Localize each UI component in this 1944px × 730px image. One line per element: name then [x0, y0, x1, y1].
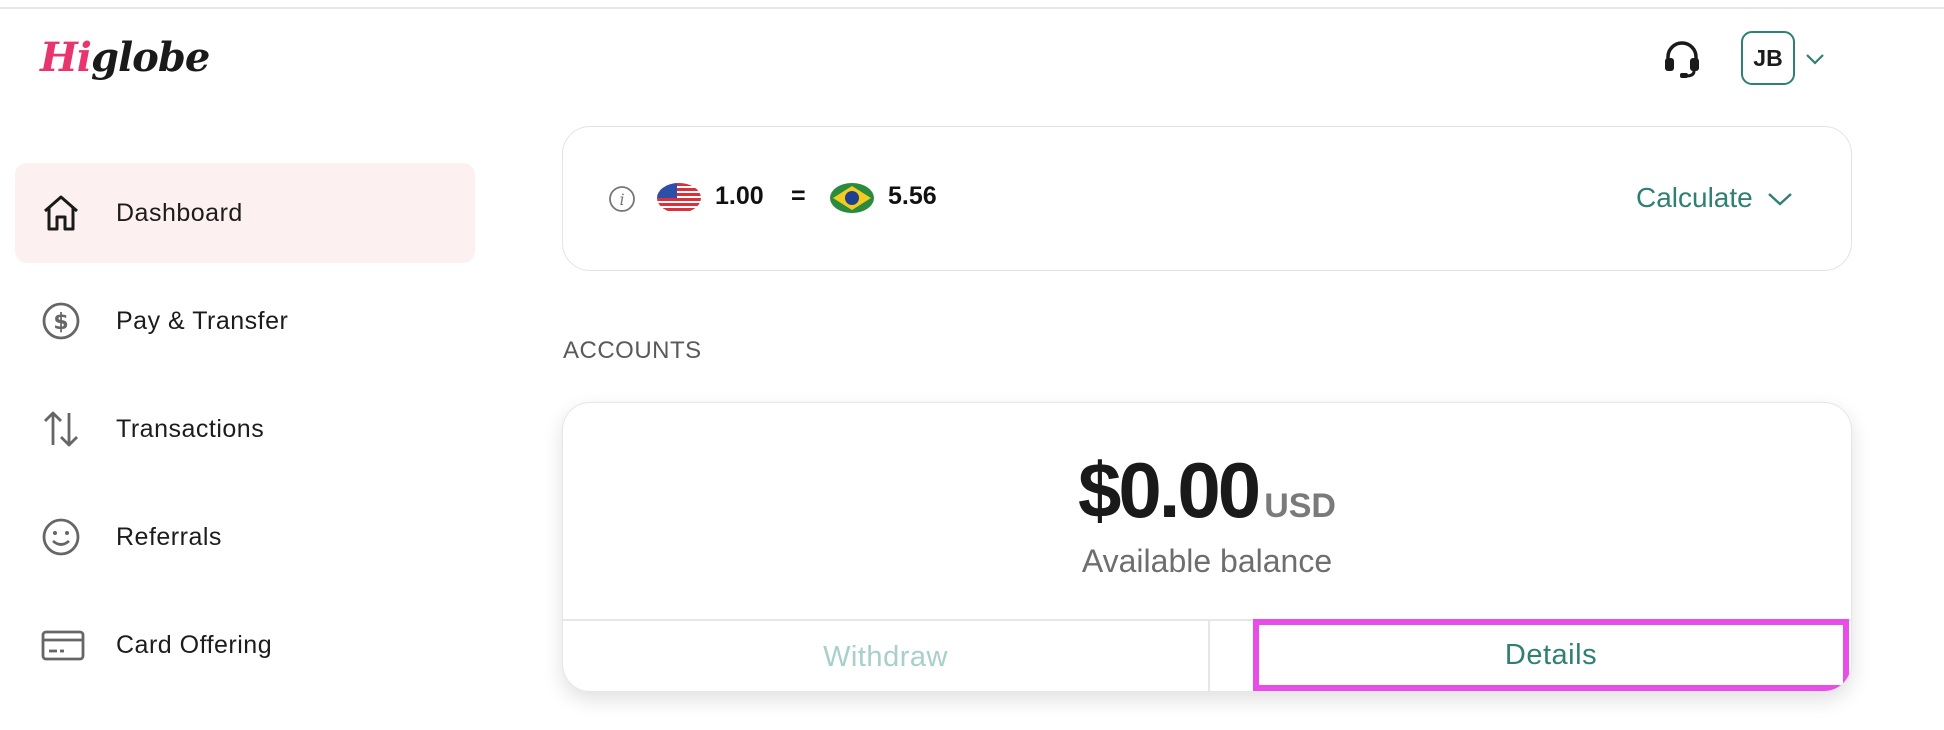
- exchange-rate-card: i 1.00 = 5.56 Calculate: [562, 126, 1852, 271]
- sidebar-item-transactions[interactable]: Transactions: [15, 379, 475, 479]
- us-flag-icon: [657, 183, 701, 213]
- arrows-up-down-icon: [41, 409, 81, 449]
- details-button[interactable]: Details: [1253, 619, 1849, 691]
- home-icon: [41, 193, 81, 233]
- user-avatar[interactable]: JB: [1741, 31, 1795, 85]
- smiley-icon: [41, 517, 81, 557]
- sidebar-item-label: Referrals: [116, 522, 222, 551]
- sidebar-item-referrals[interactable]: Referrals: [15, 487, 475, 587]
- logo-hi: Hi: [40, 33, 92, 81]
- calculate-button[interactable]: Calculate: [1636, 180, 1793, 216]
- sidebar-item-label: Pay & Transfer: [116, 306, 289, 335]
- svg-text:i: i: [619, 190, 624, 209]
- dollar-circle-icon: $: [41, 301, 81, 341]
- sidebar-item-label: Transactions: [116, 414, 265, 443]
- divider: [1208, 620, 1210, 691]
- svg-text:$: $: [53, 310, 68, 335]
- sidebar-item-card-offering[interactable]: Card Offering: [15, 595, 475, 695]
- usd-account-card: $0.00 USD Available balance Withdraw Deta…: [562, 402, 1852, 692]
- withdraw-button[interactable]: Withdraw: [563, 621, 1208, 691]
- logo-rest: globe: [91, 33, 210, 81]
- balance-label: Available balance: [1081, 543, 1333, 579]
- top-divider: [0, 7, 1944, 9]
- support-headset-icon[interactable]: [1658, 35, 1706, 83]
- credit-card-icon: [41, 625, 85, 665]
- chevron-down-icon[interactable]: [1804, 48, 1826, 70]
- sidebar-item-label: Card Offering: [116, 630, 273, 659]
- higlobe-logo[interactable]: Hi globe: [40, 32, 210, 82]
- sidebar-item-dashboard[interactable]: Dashboard: [15, 163, 475, 263]
- sidebar-item-pay-transfer[interactable]: $ Pay & Transfer: [15, 271, 475, 371]
- balance-amount: $0.00: [1078, 446, 1261, 534]
- sidebar-item-label: Dashboard: [116, 198, 243, 227]
- info-icon[interactable]: i: [608, 185, 636, 213]
- balance-display: $0.00 USD: [563, 445, 1851, 536]
- chevron-down-icon: [1767, 182, 1793, 214]
- brazil-flag-icon: [830, 183, 874, 213]
- balance-currency: USD: [1264, 487, 1336, 525]
- rate-to-amount: 5.56: [888, 182, 937, 210]
- rate-equals: =: [791, 182, 806, 210]
- calculate-label: Calculate: [1636, 182, 1753, 213]
- accounts-heading: ACCOUNTS: [563, 337, 702, 364]
- rate-from-amount: 1.00: [715, 182, 764, 210]
